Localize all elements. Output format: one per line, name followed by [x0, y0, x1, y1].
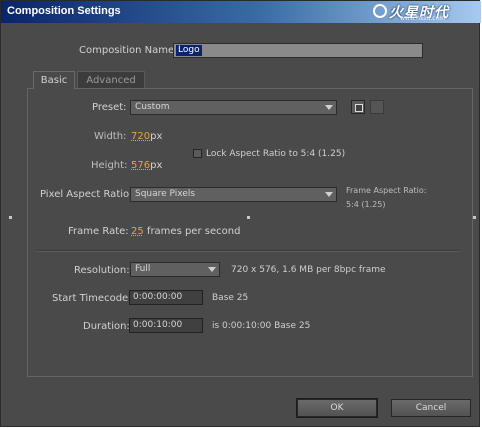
height-field[interactable]: 576px — [131, 160, 162, 171]
pixel-aspect-value: Square Pixels — [135, 189, 196, 199]
screen: Composition Settings 火星时代 www.hxsd.com C… — [0, 0, 482, 429]
composition-settings-dialog: Composition Settings 火星时代 www.hxsd.com C… — [0, 0, 481, 427]
duration-label: Duration: — [83, 321, 130, 332]
resolution-dropdown[interactable]: Full — [130, 262, 220, 277]
composition-name-label: Composition Name: — [79, 45, 178, 56]
width-field[interactable]: 720px — [131, 131, 162, 142]
frame-aspect-label: Frame Aspect Ratio: — [346, 186, 427, 195]
frame-rate-value[interactable]: 25 — [131, 226, 144, 237]
lock-aspect-checkbox[interactable] — [193, 149, 202, 158]
pixel-aspect-label: Pixel Aspect Ratio: — [40, 189, 133, 200]
dialog-title: Composition Settings — [7, 5, 121, 17]
tab-basic[interactable]: Basic — [33, 71, 75, 89]
watermark-logo: 火星时代 www.hxsd.com — [373, 2, 477, 22]
preset-dropdown[interactable]: Custom — [130, 100, 337, 115]
cancel-button[interactable]: Cancel — [391, 399, 471, 417]
logo-url: www.hxsd.com — [400, 15, 446, 22]
ok-button[interactable]: OK — [296, 398, 378, 418]
width-value[interactable]: 720 — [131, 131, 150, 142]
delete-preset-button[interactable] — [370, 100, 384, 114]
composition-name-value: Logo — [176, 45, 202, 56]
height-value[interactable]: 576 — [131, 160, 150, 171]
title-bar[interactable]: Composition Settings 火星时代 www.hxsd.com — [1, 1, 481, 23]
frame-rate-unit: frames per second — [146, 226, 241, 237]
start-timecode-input[interactable]: 0:00:00:00 — [129, 290, 203, 305]
composition-name-input[interactable]: Logo — [173, 43, 423, 58]
pixel-aspect-dropdown[interactable]: Square Pixels — [130, 187, 337, 202]
frame-rate-label: Frame Rate: — [68, 226, 129, 237]
height-label: Height: — [91, 160, 128, 171]
resolution-info: 720 x 576, 1.6 MB per 8bpc frame — [231, 265, 386, 275]
duration-info: is 0:00:10:00 Base 25 — [212, 321, 311, 331]
preset-label: Preset: — [92, 102, 127, 113]
lock-aspect-label: Lock Aspect Ratio to 5:4 (1.25) — [206, 149, 346, 159]
resize-handle[interactable] — [247, 216, 250, 219]
preset-value: Custom — [135, 102, 170, 112]
section-divider — [37, 250, 459, 252]
width-label: Width: — [94, 131, 127, 142]
frame-rate-field[interactable]: 25 frames per second — [131, 226, 240, 237]
resize-handle[interactable] — [9, 216, 12, 219]
duration-input[interactable]: 0:00:10:00 — [129, 318, 203, 333]
resolution-value: Full — [135, 264, 151, 274]
height-unit: px — [150, 160, 163, 171]
logo-circle-icon — [373, 4, 387, 18]
resize-handle[interactable] — [473, 216, 476, 219]
tab-advanced[interactable]: Advanced — [77, 71, 145, 89]
chevron-down-icon — [325, 105, 333, 110]
width-unit: px — [150, 131, 163, 142]
resolution-label: Resolution: — [74, 265, 130, 276]
frame-aspect-value: 5:4 (1.25) — [346, 200, 386, 209]
chevron-down-icon — [208, 267, 216, 272]
start-timecode-label: Start Timecode: — [52, 293, 132, 304]
start-timecode-base: Base 25 — [212, 293, 249, 303]
save-preset-button[interactable] — [351, 100, 365, 114]
chevron-down-icon — [325, 192, 333, 197]
